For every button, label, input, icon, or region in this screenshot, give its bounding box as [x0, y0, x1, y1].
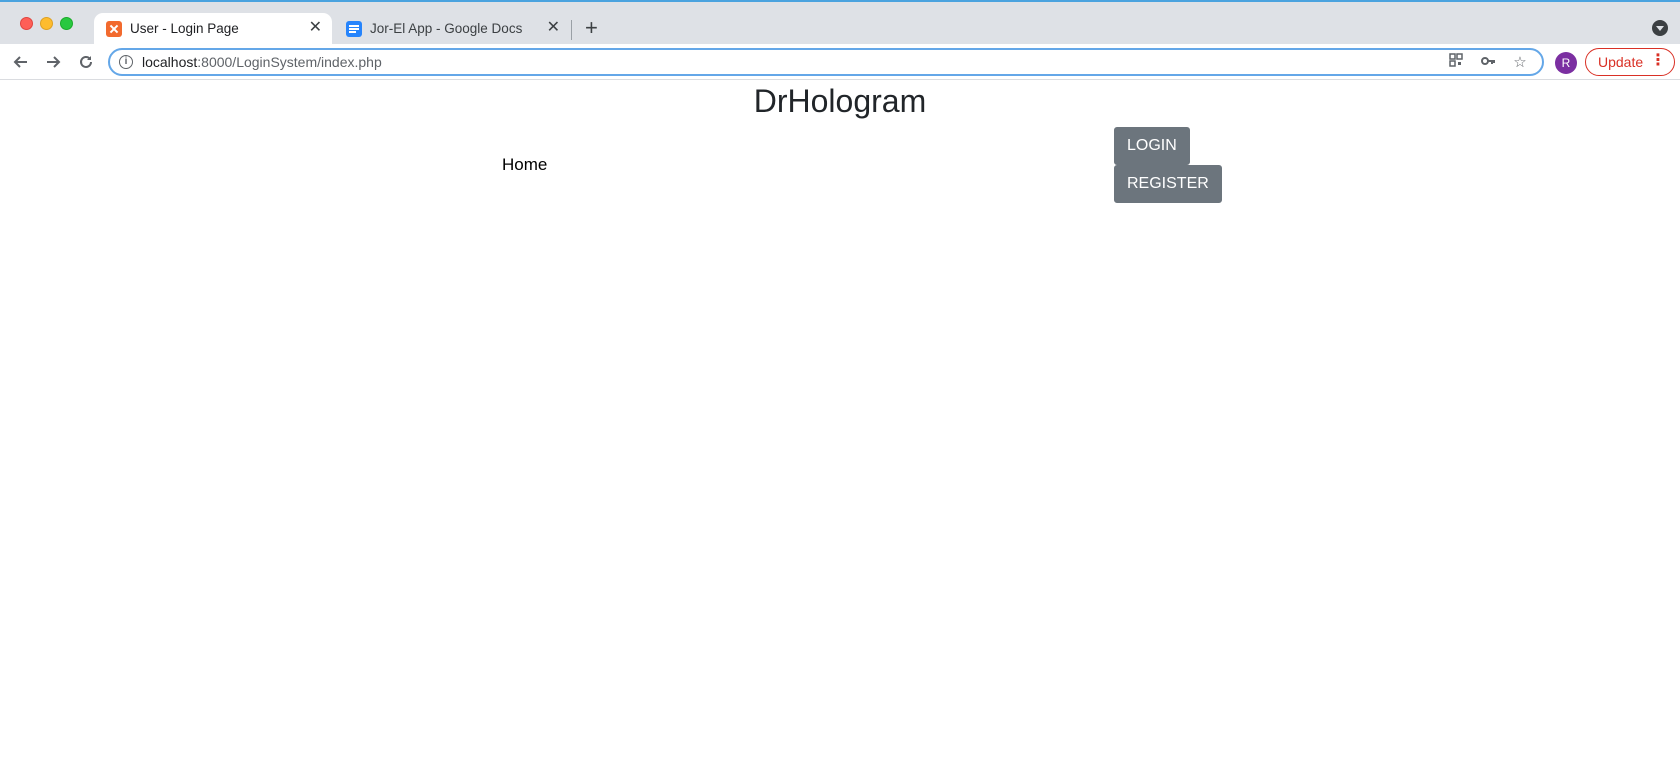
back-arrow-icon[interactable]: [9, 50, 33, 74]
tab-title: User - Login Page: [130, 21, 239, 36]
info-icon[interactable]: i: [119, 55, 133, 69]
xampp-icon: [106, 21, 122, 37]
nav-home-link[interactable]: Home: [502, 155, 547, 175]
update-button[interactable]: Update ⋮: [1585, 48, 1675, 76]
forward-arrow-icon[interactable]: [41, 50, 65, 74]
url-text[interactable]: localhost:8000/LoginSystem/index.php: [142, 54, 382, 70]
address-bar[interactable]: i localhost:8000/LoginSystem/index.php ☆: [108, 48, 1544, 76]
login-button[interactable]: LOGIN: [1114, 127, 1190, 165]
tab-title: Jor-El App - Google Docs: [370, 21, 523, 36]
reload-icon[interactable]: [74, 50, 98, 74]
zoom-window-button[interactable]: [60, 17, 73, 30]
profile-avatar[interactable]: R: [1555, 52, 1577, 74]
more-vertical-icon: ⋮: [1650, 52, 1666, 69]
bookmark-star-icon[interactable]: ☆: [1510, 53, 1530, 73]
close-icon[interactable]: ✕: [547, 19, 560, 37]
page-title: DrHologram: [753, 83, 927, 119]
qr-code-icon[interactable]: [1446, 53, 1466, 73]
close-window-button[interactable]: [20, 17, 33, 30]
new-tab-button[interactable]: +: [585, 14, 598, 42]
minimize-window-button[interactable]: [40, 17, 53, 30]
tab-google-docs[interactable]: Jor-El App - Google Docs ✕: [334, 13, 570, 46]
tab-search-icon[interactable]: [1652, 20, 1668, 36]
key-icon[interactable]: [1478, 53, 1498, 73]
close-icon[interactable]: ✕: [309, 19, 322, 37]
update-label: Update: [1598, 54, 1644, 70]
google-docs-icon: [346, 21, 362, 37]
register-button[interactable]: REGISTER: [1114, 165, 1222, 203]
tab-user-login-page[interactable]: User - Login Page ✕: [94, 13, 332, 46]
browser-toolbar: i localhost:8000/LoginSystem/index.php ☆…: [0, 44, 1680, 80]
tab-divider: [571, 20, 572, 40]
tab-strip: User - Login Page ✕ Jor-El App - Google …: [0, 0, 1680, 46]
